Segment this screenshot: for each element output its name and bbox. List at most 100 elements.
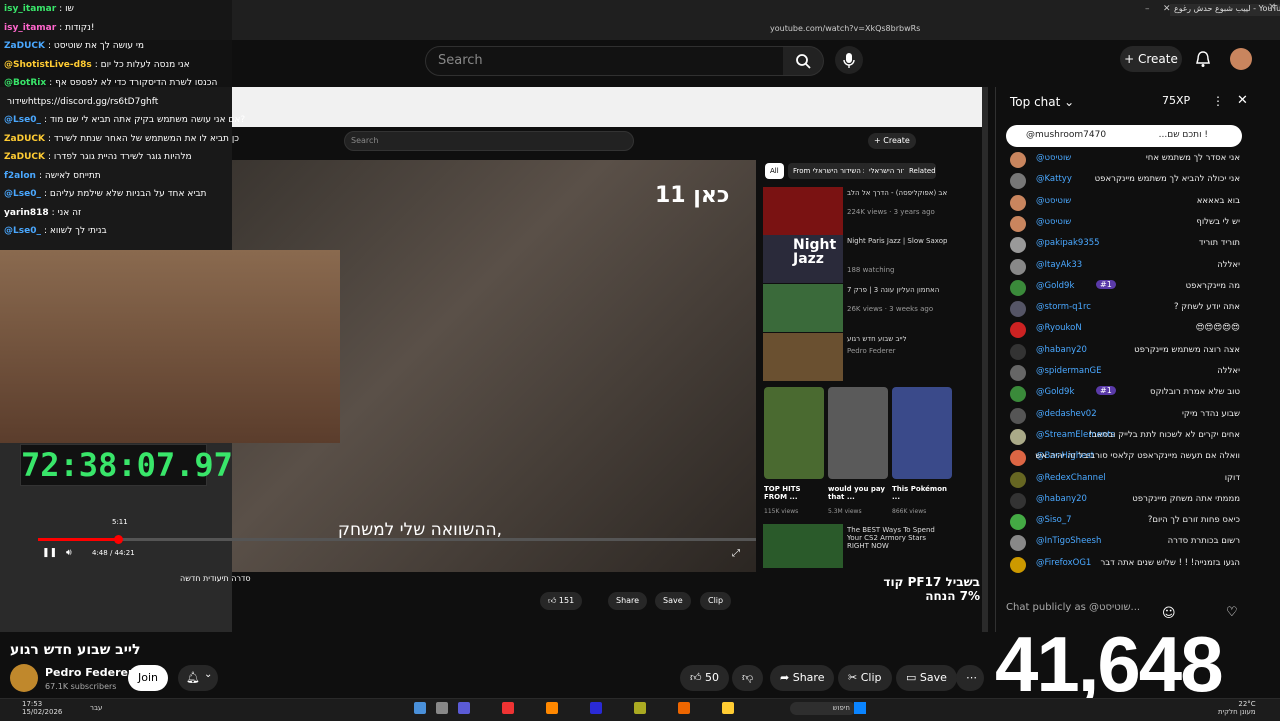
chat-message[interactable]: @FirefoxOG1 הגעו בזמנייה! ! ! שלוש שנים א… <box>1010 555 1240 573</box>
chat-author[interactable]: @שוטיסט <box>1036 153 1071 163</box>
create-button[interactable]: + Create <box>1120 46 1182 72</box>
top-chat-dropdown[interactable]: Top chat ⌄ <box>1010 95 1074 109</box>
taskbar-search[interactable]: חיפוש <box>790 702 856 715</box>
taskbar-lang[interactable]: עבר <box>90 704 102 712</box>
address-bar[interactable]: youtube.com/watch?v=XkQs8brbwRs <box>770 24 920 36</box>
taskbar-clock[interactable]: 17:53 15/02/2026 <box>22 700 62 716</box>
chat-author[interactable]: @pakipak9355 <box>1036 238 1100 248</box>
minimize-icon[interactable]: – <box>1145 4 1150 14</box>
tab-close-icon[interactable]: ✕ <box>1163 4 1171 14</box>
chip-from[interactable]: From השירות השידור הישראלי <box>788 163 870 179</box>
taskbar-app-icon[interactable] <box>546 702 558 714</box>
short-title[interactable]: would you pay that ... <box>828 485 886 501</box>
chat-avatar[interactable] <box>1010 365 1026 381</box>
inner-search-input[interactable]: Search <box>344 131 634 151</box>
chat-message[interactable]: @dedashev02 שבוע נהדר מיקי <box>1010 406 1240 424</box>
chat-message[interactable]: @שוטיסט אני אסדר לך משתמש אחי <box>1010 150 1240 168</box>
chat-message[interactable]: @שוטיסט יש לי בשלוף <box>1010 214 1240 232</box>
chat-avatar[interactable] <box>1010 237 1026 254</box>
chat-author[interactable]: @Siso_7 <box>1036 515 1072 525</box>
more-icon[interactable]: ⋮ <box>1212 94 1224 108</box>
chat-message[interactable]: @StreamElements אחים יקרים לא לשכוח לתת ב… <box>1010 427 1240 445</box>
rec-thumb[interactable] <box>763 524 843 568</box>
chat-message[interactable]: @RedexChannel דוקו <box>1010 470 1240 488</box>
rec-thumb[interactable] <box>763 333 843 381</box>
taskbar-app-icon[interactable] <box>414 702 426 714</box>
taskbar-app-icon[interactable] <box>590 702 602 714</box>
chat-avatar[interactable] <box>1010 301 1026 318</box>
chip-related[interactable]: Related <box>904 163 936 179</box>
chat-author[interactable]: @RyoukoN <box>1036 323 1082 333</box>
taskbar-app-icon[interactable] <box>502 702 514 714</box>
chat-author[interactable]: @InTigoSheesh <box>1036 536 1101 546</box>
pinned-message[interactable]: @mushroom7470 ...ותכם שם ! <box>1006 125 1242 147</box>
chat-author[interactable]: @RedexChannel <box>1036 473 1106 483</box>
chat-message[interactable]: @Gold9k #1 טוב שלא אמרת רובלוקס <box>1010 384 1240 403</box>
chat-author[interactable]: @dedashev02 <box>1036 409 1097 419</box>
clip-button[interactable]: ✂ Clip <box>838 665 892 691</box>
chat-author[interactable]: @שוטיסט <box>1036 196 1071 206</box>
chat-message[interactable]: @ItayAk33 יאללה <box>1010 257 1240 275</box>
weather-widget[interactable]: 22°C מעונן חלקית <box>1218 700 1256 716</box>
progress-bar[interactable] <box>38 538 756 541</box>
rec-title[interactable]: האחמון העליון עונה 3 | פרק 7 <box>847 286 947 294</box>
xp-badge[interactable]: 75XP <box>1162 94 1190 107</box>
chat-message[interactable]: @pakipak9355 תוריד תוריד <box>1010 235 1240 254</box>
chat-author[interactable]: @Gold9k <box>1036 281 1074 291</box>
chat-avatar[interactable] <box>1010 152 1026 168</box>
chat-message[interactable]: @habany20 מממתי אתה משחק מיינקרפט <box>1010 491 1240 509</box>
rec-title[interactable]: ט"ו באב (אפוקליפסה) - הדרך אל הלב <box>847 189 947 197</box>
progress-handle[interactable] <box>114 535 123 544</box>
search-input[interactable]: Search <box>425 46 785 76</box>
chat-avatar[interactable] <box>1010 173 1026 190</box>
chat-author[interactable]: @FirefoxOG1 <box>1036 558 1091 568</box>
windows-start-icon[interactable] <box>854 702 866 714</box>
chat-avatar[interactable] <box>1010 535 1026 552</box>
short-title[interactable]: This Pokémon ... <box>892 485 950 501</box>
channel-avatar[interactable] <box>10 664 38 692</box>
rec-title[interactable]: The BEST Ways To Spend Your CS2 Armory S… <box>847 526 942 550</box>
fullscreen-icon[interactable]: ⤢ <box>732 548 740 559</box>
taskbar-app-icon[interactable] <box>458 702 470 714</box>
chat-avatar[interactable] <box>1010 492 1026 509</box>
short-title[interactable]: TOP HITS FROM ... <box>764 485 822 501</box>
short-thumb[interactable] <box>892 387 952 479</box>
inner-clip-button[interactable]: Clip <box>700 592 732 610</box>
volume-icon[interactable]: 🔊︎ <box>66 548 72 558</box>
chat-avatar[interactable] <box>1010 258 1026 275</box>
rec-title[interactable]: לייב שבוע חדש רגוע <box>847 335 947 343</box>
chat-avatar[interactable] <box>1010 556 1026 573</box>
join-button[interactable]: Join <box>128 665 168 691</box>
rec-title[interactable]: Night Paris Jazz | Slow Saxophone | Rela… <box>847 237 947 245</box>
taskbar-app-icon[interactable] <box>722 702 734 714</box>
chat-avatar[interactable] <box>1010 194 1026 211</box>
chat-avatar[interactable] <box>1010 514 1026 531</box>
chat-avatar[interactable] <box>1010 215 1026 232</box>
chat-message[interactable]: @Bar-Highest וואלה אם תעשה מיינקראפט קלאס… <box>1010 448 1240 467</box>
more-actions-button[interactable]: ⋯ <box>956 665 984 691</box>
chat-avatar[interactable] <box>1010 279 1026 296</box>
channel-name[interactable]: Pedro Federer <box>45 666 133 679</box>
chat-message[interactable]: @Gold9k #1 מה מיינקראפט <box>1010 278 1240 296</box>
chat-avatar[interactable] <box>1010 407 1026 424</box>
short-thumb[interactable] <box>828 387 888 479</box>
chat-author[interactable]: @Gold9k <box>1036 387 1074 397</box>
chat-message[interactable]: @RyoukoN 😍😍😍😍😍 <box>1010 320 1240 339</box>
chat-author[interactable]: @habany20 <box>1036 494 1087 504</box>
chat-author[interactable]: @Kattyy <box>1036 174 1072 184</box>
chip-all[interactable]: All <box>765 163 784 179</box>
subscribe-bell-button[interactable]: 🔔︎ ⌄ <box>178 665 218 691</box>
chat-avatar[interactable] <box>1010 471 1026 488</box>
chat-message[interactable]: @Kattyy אני יכולה להביא לך משתמש מיינקראפ… <box>1010 171 1240 190</box>
dislike-button[interactable]: 👎︎ <box>732 665 764 691</box>
rec-thumb[interactable] <box>763 284 843 332</box>
chat-avatar[interactable] <box>1010 450 1026 467</box>
inner-like-button[interactable]: 👍︎ 151 <box>540 592 583 610</box>
chat-avatar[interactable] <box>1010 343 1026 360</box>
account-avatar[interactable] <box>1230 48 1252 70</box>
chat-message[interactable]: @storm-q1rc אתה יודע לשחק ? <box>1010 299 1240 318</box>
chat-avatar[interactable] <box>1010 386 1026 403</box>
chat-author[interactable]: @habany20 <box>1036 345 1087 355</box>
short-thumb[interactable] <box>764 387 824 479</box>
chat-author[interactable]: @שוטיסט <box>1036 217 1071 227</box>
